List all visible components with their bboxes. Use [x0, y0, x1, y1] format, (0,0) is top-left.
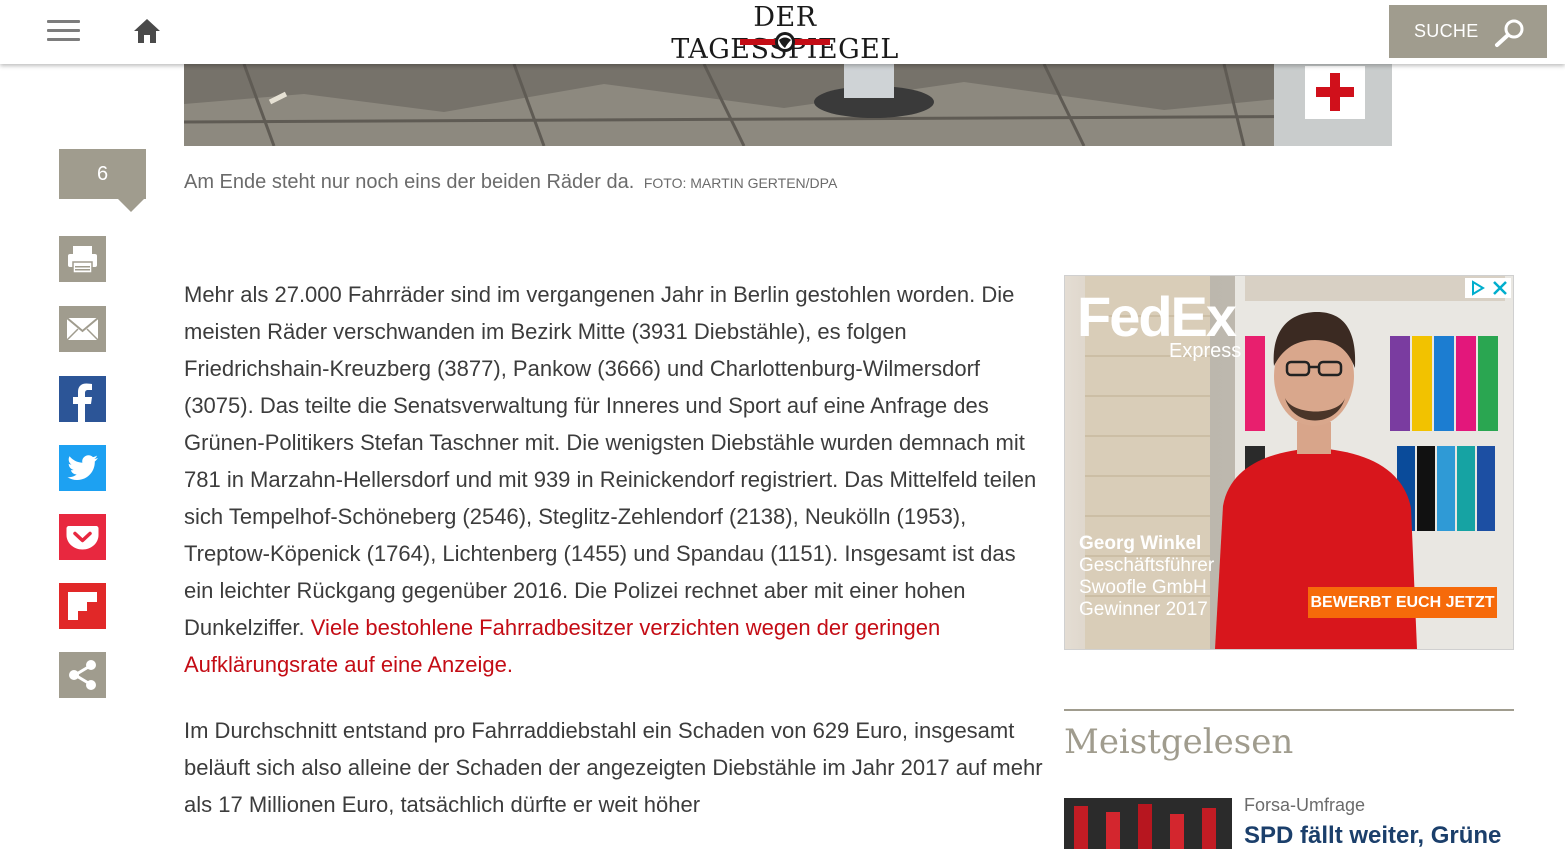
search-button[interactable]: SUCHE: [1389, 5, 1547, 58]
winner-role: Geschäftsführer: [1079, 555, 1215, 576]
ad-brand-text: FedEx: [1077, 285, 1237, 348]
site-logo[interactable]: DER TAGESSPIEGEL: [660, 2, 910, 65]
more-share-button[interactable]: [59, 652, 106, 698]
hero-image: [184, 64, 1392, 146]
zoom-button[interactable]: [1305, 66, 1365, 119]
adchoices-badge[interactable]: [1465, 278, 1511, 298]
winner-year: Gewinner 2017: [1079, 599, 1208, 620]
most-read-heading: Meistgelesen: [1064, 722, 1294, 762]
email-button[interactable]: [59, 306, 106, 352]
article-body: Mehr als 27.000 Fahrräder sind im vergan…: [184, 276, 1044, 823]
ad-winner-info: Georg Winkel Geschäftsführer Swoofle Gmb…: [1079, 533, 1214, 621]
hero-photo: [184, 64, 1392, 146]
comments-count-button[interactable]: 6: [59, 149, 146, 212]
facebook-share-button[interactable]: [59, 376, 106, 422]
winner-company: Swoofle GmbH: [1079, 577, 1207, 598]
share-icon: [59, 652, 106, 698]
home-icon[interactable]: [133, 18, 161, 44]
pocket-icon: [59, 514, 106, 560]
mail-icon: [59, 306, 106, 352]
caption-text: Am Ende steht nur noch eins der beiden R…: [184, 171, 635, 193]
most-read-headline[interactable]: SPD fällt weiter, Grüne: [1244, 822, 1501, 850]
most-read-thumbnail[interactable]: [1064, 798, 1232, 849]
article-paragraph: Mehr als 27.000 Fahrräder sind im vergan…: [184, 276, 1044, 683]
article-paragraph: Im Durchschnitt entstand pro Fahrraddieb…: [184, 718, 1043, 817]
menu-icon[interactable]: [47, 20, 80, 42]
print-icon: [59, 236, 106, 282]
image-caption: Am Ende steht nur noch eins der beiden R…: [184, 171, 837, 194]
flipboard-share-button[interactable]: [59, 583, 106, 629]
twitter-share-button[interactable]: [59, 445, 106, 491]
advertisement[interactable]: FedEx Express Georg Winkel Geschäftsführ…: [1064, 275, 1514, 650]
thumbnail-image: [1064, 798, 1232, 849]
ad-brand-subline: Express: [1169, 340, 1242, 362]
search-label: SUCHE: [1414, 21, 1479, 41]
pocket-save-button[interactable]: [59, 514, 106, 560]
globe-icon: [740, 32, 830, 52]
photo-credit: FOTO: MARTIN GERTEN/DPA: [643, 175, 838, 191]
twitter-icon: [59, 445, 106, 491]
winner-name: Georg Winkel: [1079, 533, 1202, 554]
divider: [1064, 709, 1514, 711]
search-icon: [1495, 19, 1524, 47]
plus-icon: [1316, 73, 1354, 111]
print-button[interactable]: [59, 236, 106, 282]
paragraph-text: Mehr als 27.000 Fahrräder sind im vergan…: [184, 282, 1037, 640]
adchoices-icon: [1472, 280, 1507, 296]
facebook-icon: [59, 376, 106, 422]
most-read-kicker: Forsa-Umfrage: [1244, 795, 1366, 815]
site-header: DER TAGESSPIEGEL SUCHE: [0, 0, 1565, 65]
flipboard-icon: [59, 583, 106, 629]
comment-count: 6: [96, 163, 109, 185]
ad-cta-button[interactable]: BEWERBT EUCH JETZT: [1308, 587, 1497, 618]
